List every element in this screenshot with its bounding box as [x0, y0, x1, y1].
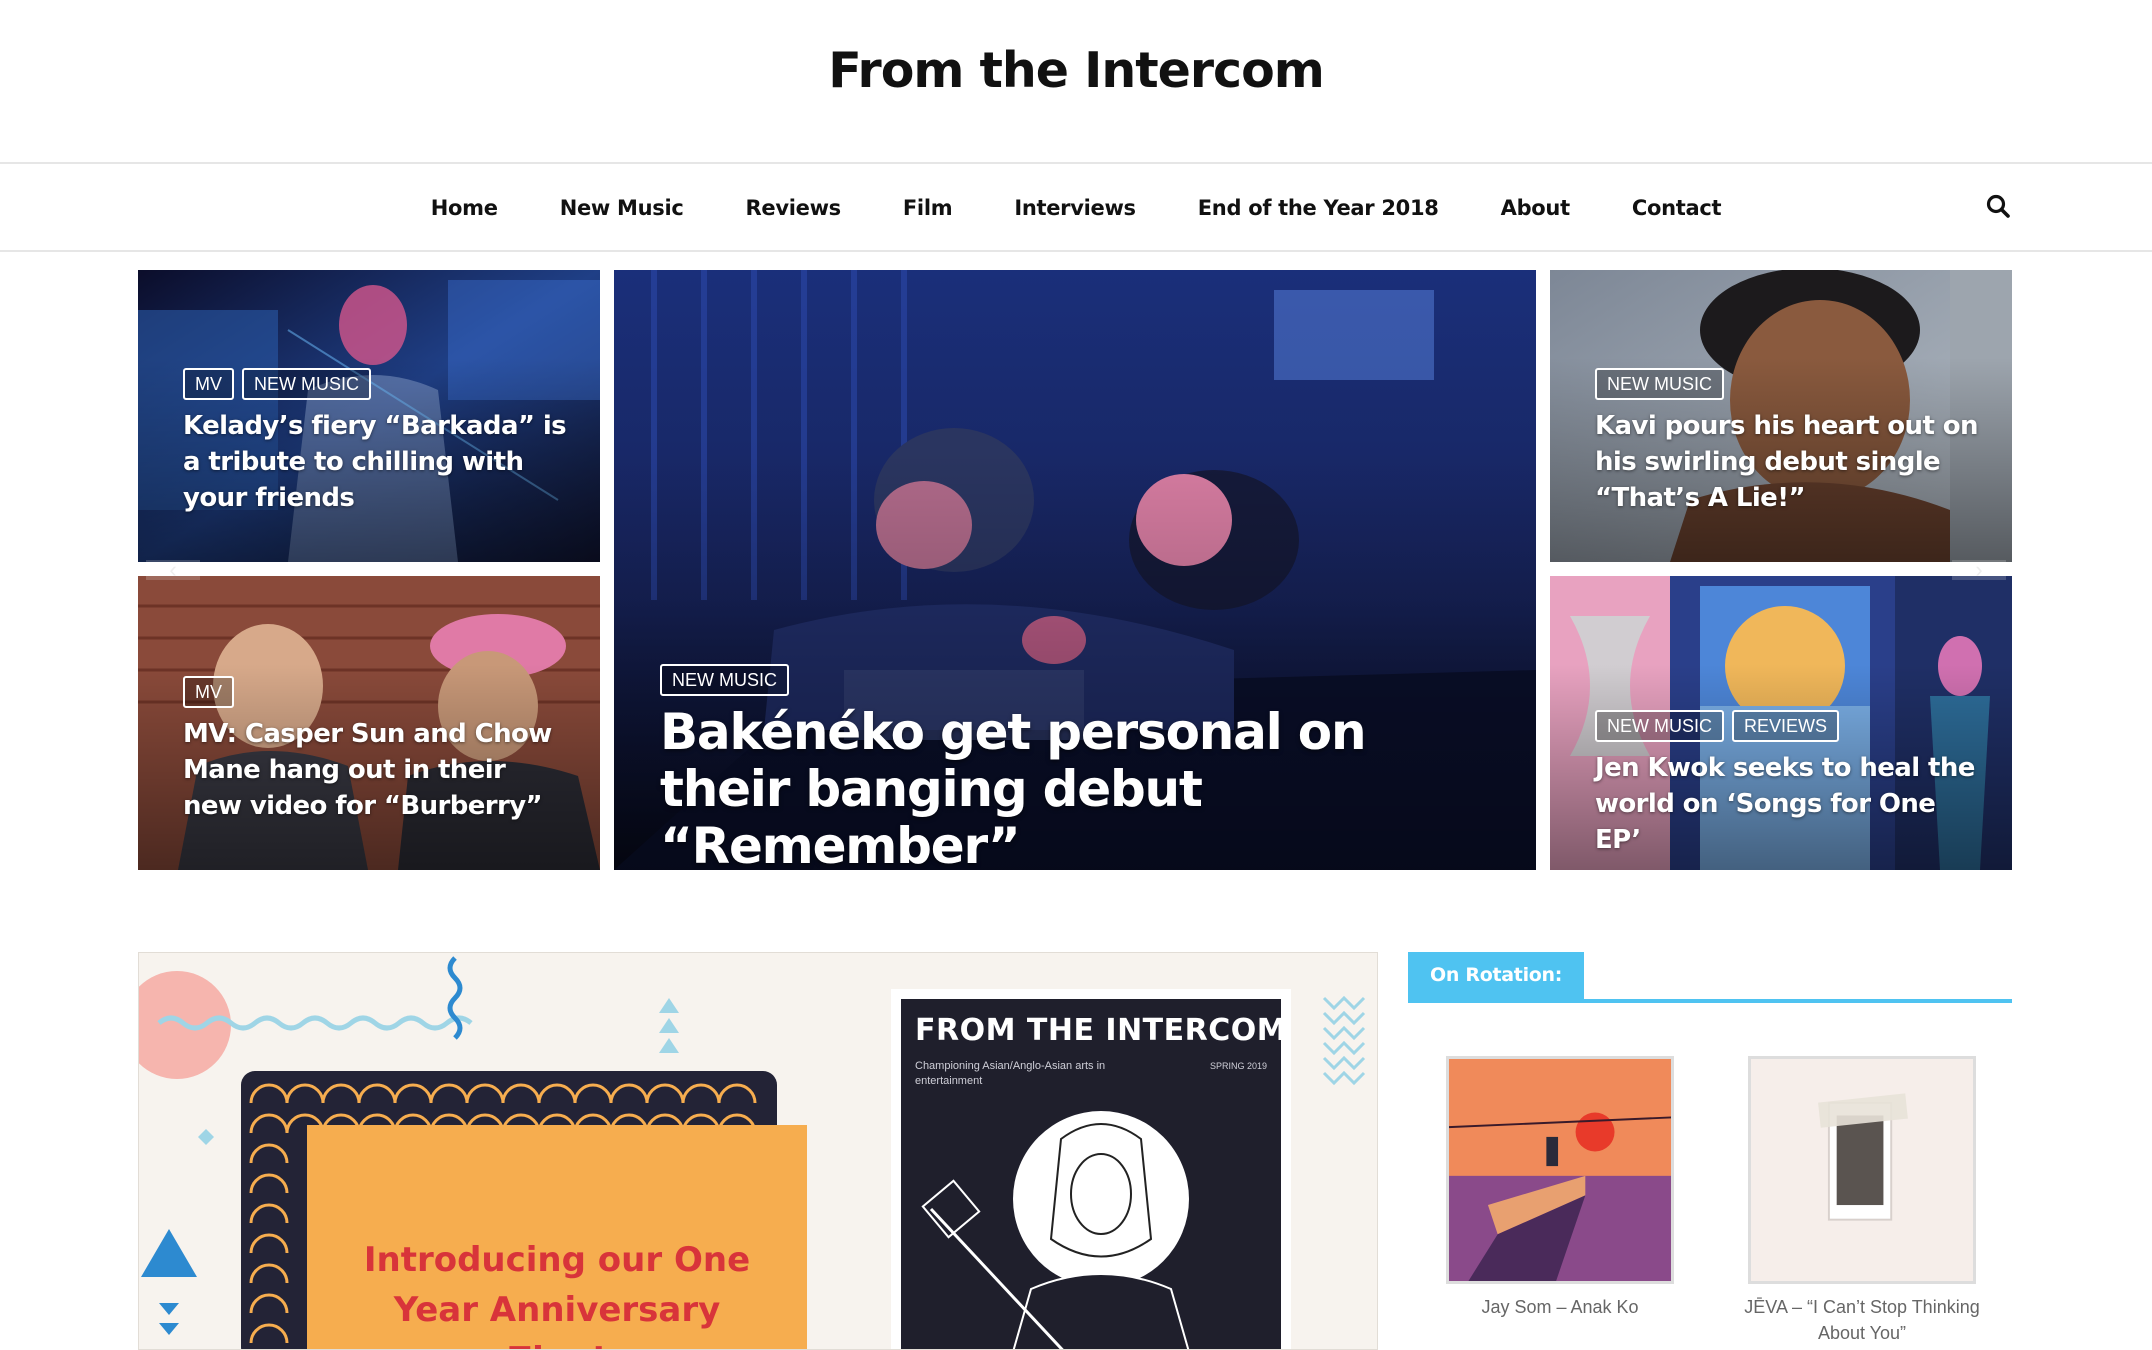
- site-title[interactable]: From the Intercom: [0, 42, 2152, 99]
- search-icon[interactable]: [1984, 192, 2014, 222]
- featured-post-left-top[interactable]: MV NEW MUSIC Kelady’s fiery “Barkada” is…: [138, 270, 600, 562]
- on-rotation-widget-header: On Rotation:: [1408, 952, 2012, 1003]
- post-title[interactable]: Kavi pours his heart out on his swirling…: [1595, 408, 1982, 516]
- featured-post-right-bottom[interactable]: NEW MUSIC REVIEWS Jen Kwok seeks to heal…: [1550, 576, 2012, 870]
- post-title[interactable]: Bakénéko get personal on their banging d…: [660, 704, 1416, 871]
- tag-new-music[interactable]: NEW MUSIC: [1595, 710, 1724, 742]
- post-caption: MV NEW MUSIC Kelady’s fiery “Barkada” is…: [183, 368, 570, 516]
- widget-title: On Rotation:: [1408, 952, 1585, 999]
- nav-item-contact[interactable]: Contact: [1601, 196, 1752, 220]
- post-title[interactable]: Kelady’s fiery “Barkada” is a tribute to…: [183, 408, 570, 516]
- tag-new-music[interactable]: NEW MUSIC: [242, 368, 371, 400]
- tag-list: MV NEW MUSIC: [183, 368, 570, 400]
- site-header: From the Intercom: [0, 0, 2152, 162]
- chevron-right-icon[interactable]: ›: [1952, 559, 2006, 581]
- post-caption: NEW MUSIC REVIEWS Jen Kwok seeks to heal…: [1595, 710, 1982, 858]
- tag-mv[interactable]: MV: [183, 368, 234, 400]
- nav-item-reviews[interactable]: Reviews: [715, 196, 872, 220]
- tag-list: NEW MUSIC REVIEWS: [1595, 710, 1982, 742]
- cover-illustration: [921, 1111, 1190, 1349]
- tag-list: NEW MUSIC: [660, 664, 1416, 696]
- post-title[interactable]: MV: Casper Sun and Chow Mane hang out in…: [183, 716, 570, 824]
- tag-new-music[interactable]: NEW MUSIC: [1595, 368, 1724, 400]
- chevron-left-icon[interactable]: ‹: [146, 559, 200, 581]
- album-caption[interactable]: Jay Som – Anak Ko: [1426, 1294, 1694, 1320]
- tag-list: NEW MUSIC: [1595, 368, 1982, 400]
- post-title[interactable]: Jen Kwok seeks to heal the world on ‘Son…: [1595, 750, 1982, 858]
- sidebar: On Rotation: Jay Som – Anak Ko JĒVA – “I…: [1408, 952, 2012, 1350]
- nav-list: Home New Music Reviews Film Interviews E…: [0, 164, 2152, 251]
- featured-post-center[interactable]: NEW MUSIC Bakénéko get personal on their…: [614, 270, 1536, 870]
- nav-item-about[interactable]: About: [1470, 196, 1601, 220]
- zine-banner[interactable]: Introducing our One Year Anniversary Zin…: [138, 952, 1378, 1350]
- nav-item-new-music[interactable]: New Music: [529, 196, 715, 220]
- nav-item-home[interactable]: Home: [400, 196, 529, 220]
- main-nav: Home New Music Reviews Film Interviews E…: [0, 164, 2152, 251]
- nav-item-film[interactable]: Film: [872, 196, 983, 220]
- album-cover: [1748, 1056, 1976, 1284]
- tag-list: MV: [183, 676, 570, 708]
- zine-cover-season: SPRING 2019: [1209, 1061, 1267, 1071]
- zine-cover[interactable]: FROM THE INTERCOM Championing Asian/Angl…: [891, 989, 1291, 1349]
- post-caption: NEW MUSIC Kavi pours his heart out on hi…: [1595, 368, 1982, 516]
- zine-cover-subtitle: Championing Asian/Anglo-Asian arts in en…: [915, 1060, 1106, 1087]
- featured-post-right-top[interactable]: NEW MUSIC Kavi pours his heart out on hi…: [1550, 270, 2012, 562]
- zine-cover-title: FROM THE INTERCOM: [915, 1013, 1288, 1048]
- tag-reviews[interactable]: REVIEWS: [1732, 710, 1840, 742]
- post-caption: NEW MUSIC Bakénéko get personal on their…: [660, 664, 1416, 870]
- nav-item-end-of-year[interactable]: End of the Year 2018: [1167, 196, 1470, 220]
- tag-new-music[interactable]: NEW MUSIC: [660, 664, 789, 696]
- album-caption[interactable]: JĒVA – “I Can’t Stop Thinking About You”: [1728, 1294, 1996, 1346]
- nav-item-interviews[interactable]: Interviews: [983, 196, 1166, 220]
- album-cover: [1446, 1056, 1674, 1284]
- featured-post-left-bottom[interactable]: MV MV: Casper Sun and Chow Mane hang out…: [138, 576, 600, 870]
- zine-headline[interactable]: Introducing our One Year Anniversary Zin…: [307, 1235, 807, 1349]
- post-caption: MV MV: Casper Sun and Chow Mane hang out…: [183, 676, 570, 824]
- nav-divider: [0, 250, 2152, 252]
- tag-mv[interactable]: MV: [183, 676, 234, 708]
